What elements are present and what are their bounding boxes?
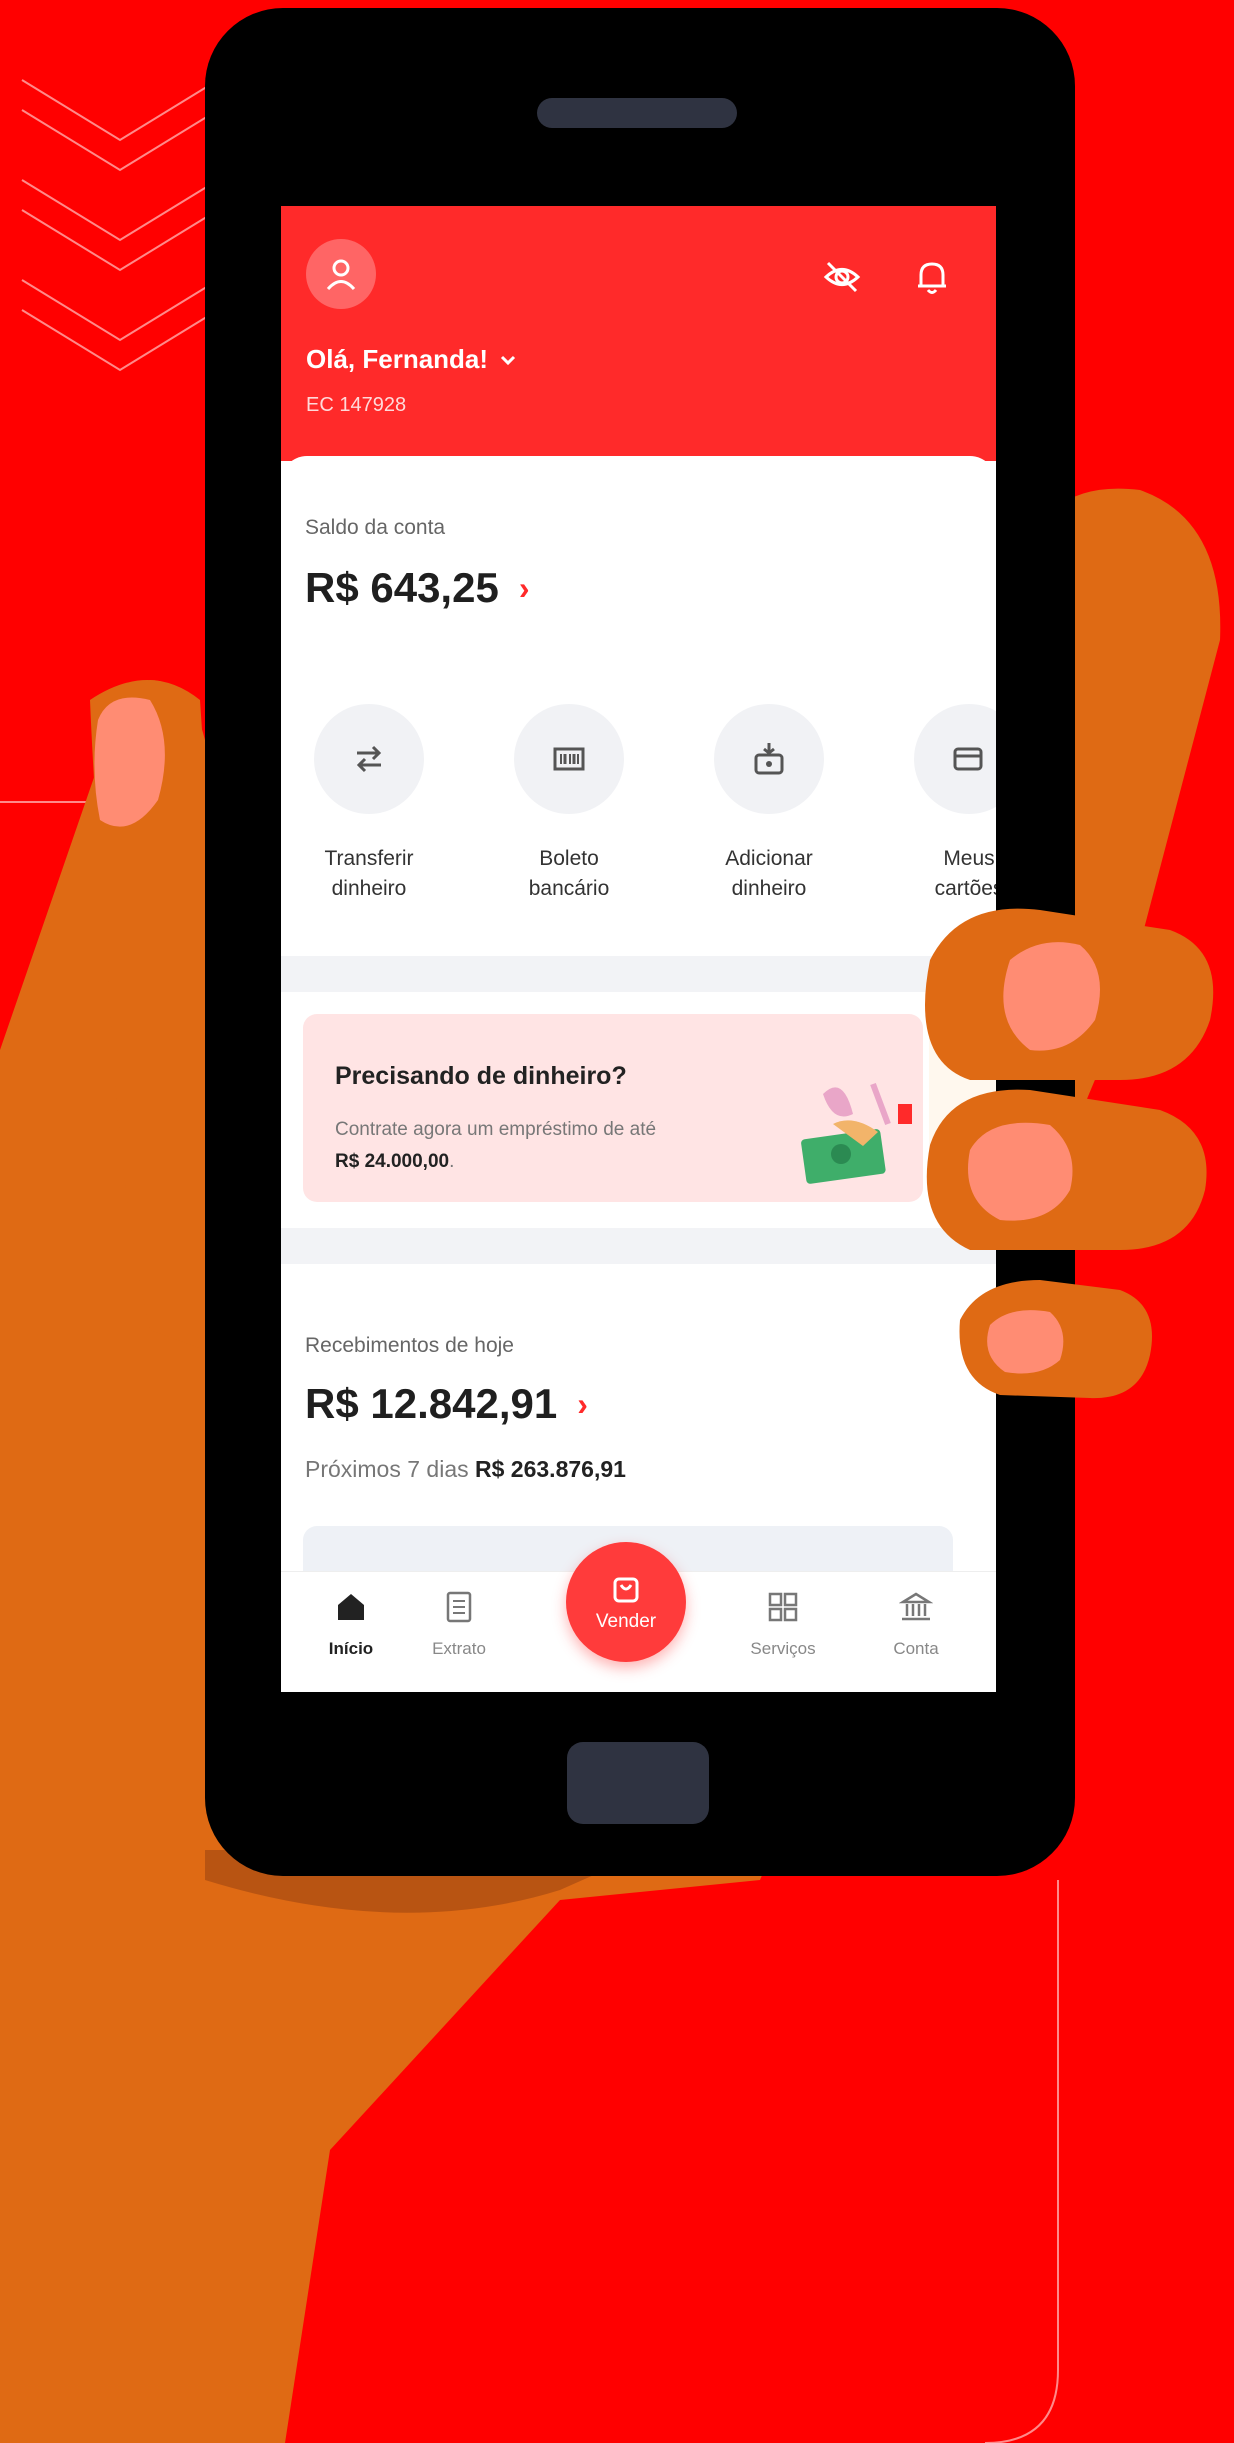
hand-fingers xyxy=(925,908,1214,1399)
